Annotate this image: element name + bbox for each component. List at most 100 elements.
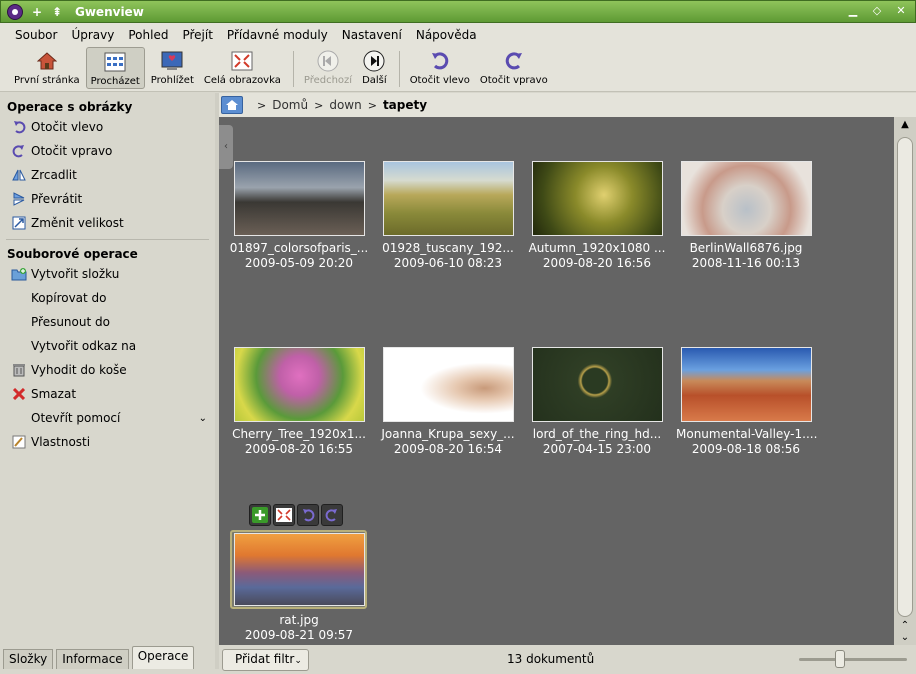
chevron-down-icon: ⌄ [294, 655, 302, 666]
menu-nastaveni[interactable]: Nastavení [335, 28, 409, 42]
menu-upravy[interactable]: Úpravy [64, 28, 121, 42]
rotate-left-button[interactable]: Otočit vlevo [406, 47, 474, 89]
zoom-slider-handle[interactable] [835, 650, 845, 668]
browse-label: Procházet [90, 76, 140, 87]
thumbnail-item[interactable]: lord_of_the_ring_hd... 2007-04-15 23:00 [527, 347, 667, 456]
thumbnail-name: 01928_tuscany_192... [382, 241, 514, 255]
next-button[interactable]: Další [358, 47, 391, 89]
op-rotate-right-label: Otočit vpravo [31, 144, 113, 158]
previous-button[interactable]: Předchozí [300, 47, 356, 89]
thumbnail-date: 2009-08-20 16:55 [244, 442, 354, 456]
browse-grid-icon [104, 51, 126, 73]
menu-prejit[interactable]: Přejít [175, 28, 219, 42]
op-move-to[interactable]: Přesunout do [0, 310, 215, 334]
op-copy-to-label: Kopírovat do [31, 291, 107, 305]
op-copy-to[interactable]: Kopírovat do [0, 286, 215, 310]
trash-icon [11, 362, 27, 378]
thumbnail-image [382, 347, 514, 422]
browse-button[interactable]: Procházet [85, 47, 145, 89]
rotate-left-icon[interactable] [297, 504, 319, 526]
new-folder-icon [11, 266, 27, 282]
delete-icon [11, 386, 27, 402]
thumbnail-item[interactable]: Joanna_Krupa_sexy_... 2009-08-20 16:54 [378, 347, 518, 456]
op-create-folder[interactable]: Vytvořit složku [0, 262, 215, 286]
op-properties-label: Vlastnosti [31, 435, 91, 449]
view-button[interactable]: Prohlížet [147, 47, 198, 89]
tab-folders[interactable]: Složky [3, 649, 54, 669]
maximize-icon[interactable]: ◇ [869, 3, 885, 19]
fullscreen-icon[interactable] [273, 504, 295, 526]
op-trash[interactable]: Vyhodit do koše [0, 358, 215, 382]
op-flip-label: Převrátit [31, 192, 83, 206]
scroll-up-icon[interactable]: ▲ [894, 119, 916, 133]
select-button[interactable] [249, 504, 271, 526]
menu-pridavne-moduly[interactable]: Přídavné moduly [220, 28, 335, 42]
gwenview-app-icon[interactable] [7, 3, 23, 20]
op-link-to[interactable]: Vytvořit odkaz na [0, 334, 215, 358]
op-delete[interactable]: Smazat [0, 382, 215, 406]
thumbnail-item-selected[interactable]: rat.jpg 2009-08-21 09:57 [229, 533, 369, 642]
thumbnail-item[interactable]: 01928_tuscany_192... 2009-06-10 08:23 [378, 161, 518, 270]
resize-icon [11, 215, 27, 231]
add-filter-button[interactable]: Přidat filtr⌄ [222, 648, 309, 671]
crumb-home[interactable]: Domů [272, 98, 308, 112]
breadcrumb: > Domů > down > tapety [219, 93, 916, 117]
op-resize[interactable]: Změnit velikost [0, 211, 215, 235]
chevron-down-icon[interactable]: ⌄ [199, 413, 207, 424]
thumbnail-item[interactable]: 01897_colorsofparis_... 2009-05-09 20:20 [229, 161, 369, 270]
rotate-left-icon [11, 119, 27, 135]
scroll-arrows-icon[interactable]: ⌃ ⌄ [894, 620, 916, 644]
op-trash-label: Vyhodit do koše [31, 363, 127, 377]
view-label: Prohlížet [150, 75, 194, 86]
thumbnail-item[interactable]: Autumn_1920x1080 ... 2009-08-20 16:56 [527, 161, 667, 270]
thumbnail-name: Monumental-Valley-1.... [676, 427, 818, 441]
thumbnail-actions [249, 504, 343, 526]
thumbnail-image [531, 161, 663, 236]
vertical-scrollbar[interactable]: ▲ ⌃ ⌄ [894, 117, 916, 645]
menu-napoveda[interactable]: Nápověda [409, 28, 484, 42]
tab-information[interactable]: Informace [56, 649, 129, 669]
thumbnail-date: 2008-11-16 00:13 [691, 256, 801, 270]
chevron-right-icon: > [367, 98, 377, 112]
operations-panel: Operace s obrázky Otočit vlevo Otočit vp… [0, 93, 215, 645]
thumbnail-item[interactable]: Cherry_Tree_1920x1... 2009-08-20 16:55 [229, 347, 369, 456]
home-folder-icon[interactable] [221, 96, 243, 114]
rotate-right-icon[interactable] [321, 504, 343, 526]
scrollbar-thumb[interactable] [897, 137, 913, 617]
fullscreen-button[interactable]: Celá obrazovka [200, 47, 285, 89]
op-mirror[interactable]: Zrcadlit [0, 163, 215, 187]
crumb-down[interactable]: down [329, 98, 361, 112]
flip-icon [11, 191, 27, 207]
menu-soubor[interactable]: Soubor [8, 28, 64, 42]
thumbnail-date: 2009-08-20 16:56 [542, 256, 652, 270]
menu-pohled[interactable]: Pohled [121, 28, 175, 42]
pin-icon[interactable]: + [31, 5, 43, 19]
op-properties[interactable]: Vlastnosti [0, 430, 215, 454]
tab-operations[interactable]: Operace [131, 646, 195, 669]
op-link-to-label: Vytvořit odkaz na [31, 339, 137, 353]
op-resize-label: Změnit velikost [31, 216, 124, 230]
op-rotate-left[interactable]: Otočit vlevo [0, 115, 215, 139]
minimize-icon[interactable]: ▁ [845, 3, 861, 19]
rotate-left-icon [429, 50, 451, 72]
next-label: Další [362, 75, 387, 86]
op-move-to-label: Přesunout do [31, 315, 110, 329]
thumbnail-name: lord_of_the_ring_hd... [532, 427, 662, 441]
chevron-right-icon: > [314, 98, 324, 112]
op-rotate-right[interactable]: Otočit vpravo [0, 139, 215, 163]
document-count: 13 dokumentů [507, 652, 595, 666]
op-flip[interactable]: Převrátit [0, 187, 215, 211]
mirror-icon [11, 167, 27, 183]
file-ops-title: Souborové operace [7, 247, 138, 261]
op-open-with[interactable]: Otevřít pomocí ⌄ [0, 406, 215, 430]
close-icon[interactable]: ✕ [893, 3, 909, 19]
crumb-current[interactable]: tapety [383, 98, 427, 112]
thumbnail-item[interactable]: Monumental-Valley-1.... 2009-08-18 08:56 [676, 347, 818, 456]
home-button[interactable]: První stránka [10, 47, 84, 89]
zoom-slider-track[interactable] [799, 658, 907, 661]
fullscreen-icon [231, 50, 253, 72]
rotate-right-button[interactable]: Otočit vpravo [476, 47, 552, 89]
thumbnail-item[interactable]: BerlinWall6876.jpg 2008-11-16 00:13 [676, 161, 816, 270]
previous-label: Předchozí [303, 75, 353, 86]
keep-above-icon[interactable]: ⇞ [51, 5, 63, 19]
